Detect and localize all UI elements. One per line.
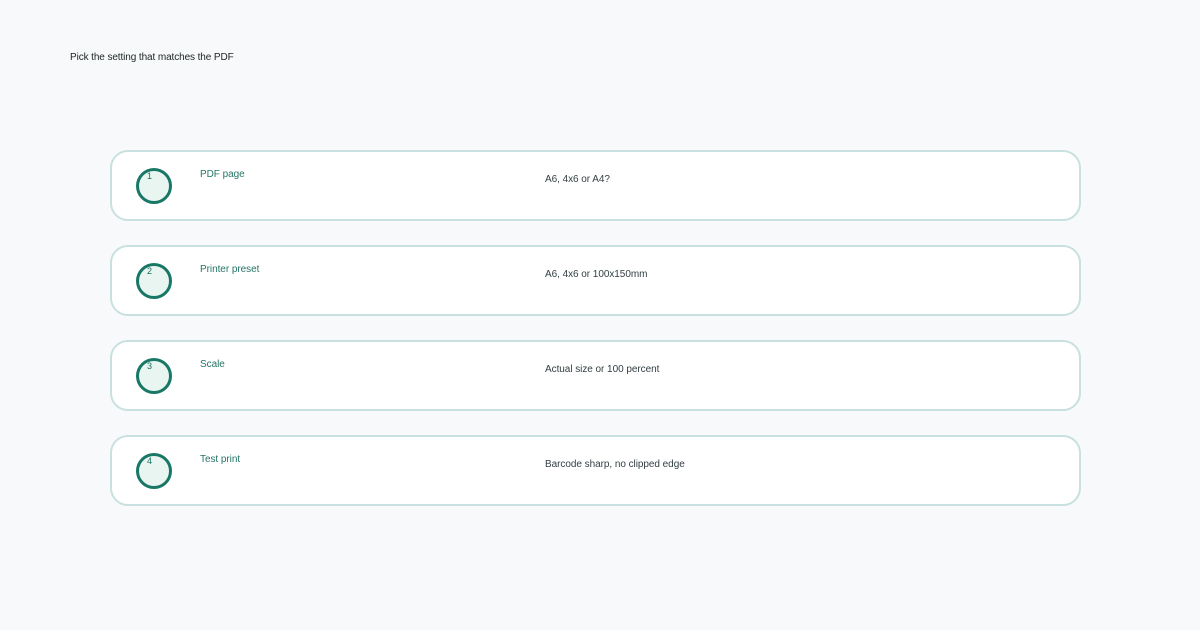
step-detail: A6, 4x6 or 100x150mm [545, 269, 648, 280]
step-card-pdf-page: 1 PDF page A6, 4x6 or A4? [110, 150, 1081, 221]
step-detail: Actual size or 100 percent [545, 364, 660, 375]
step-card-scale: 3 Scale Actual size or 100 percent [110, 340, 1081, 411]
step-number-circle-icon: 3 [136, 358, 172, 394]
step-card-printer-preset: 2 Printer preset A6, 4x6 or 100x150mm [110, 245, 1081, 316]
step-title: Scale [200, 359, 225, 370]
step-number: 4 [147, 456, 153, 466]
step-number: 2 [147, 266, 153, 276]
step-title: Printer preset [200, 264, 260, 275]
step-number-circle-icon: 2 [136, 263, 172, 299]
step-detail: Barcode sharp, no clipped edge [545, 459, 685, 470]
step-number-circle-icon: 1 [136, 168, 172, 204]
step-number-circle-icon: 4 [136, 453, 172, 489]
step-number: 1 [147, 171, 153, 181]
step-number: 3 [147, 361, 153, 371]
step-title: PDF page [200, 169, 245, 180]
step-title: Test print [200, 454, 241, 465]
page-title: Pick the setting that matches the PDF [70, 52, 234, 63]
step-detail: A6, 4x6 or A4? [545, 174, 610, 185]
step-card-test-print: 4 Test print Barcode sharp, no clipped e… [110, 435, 1081, 506]
